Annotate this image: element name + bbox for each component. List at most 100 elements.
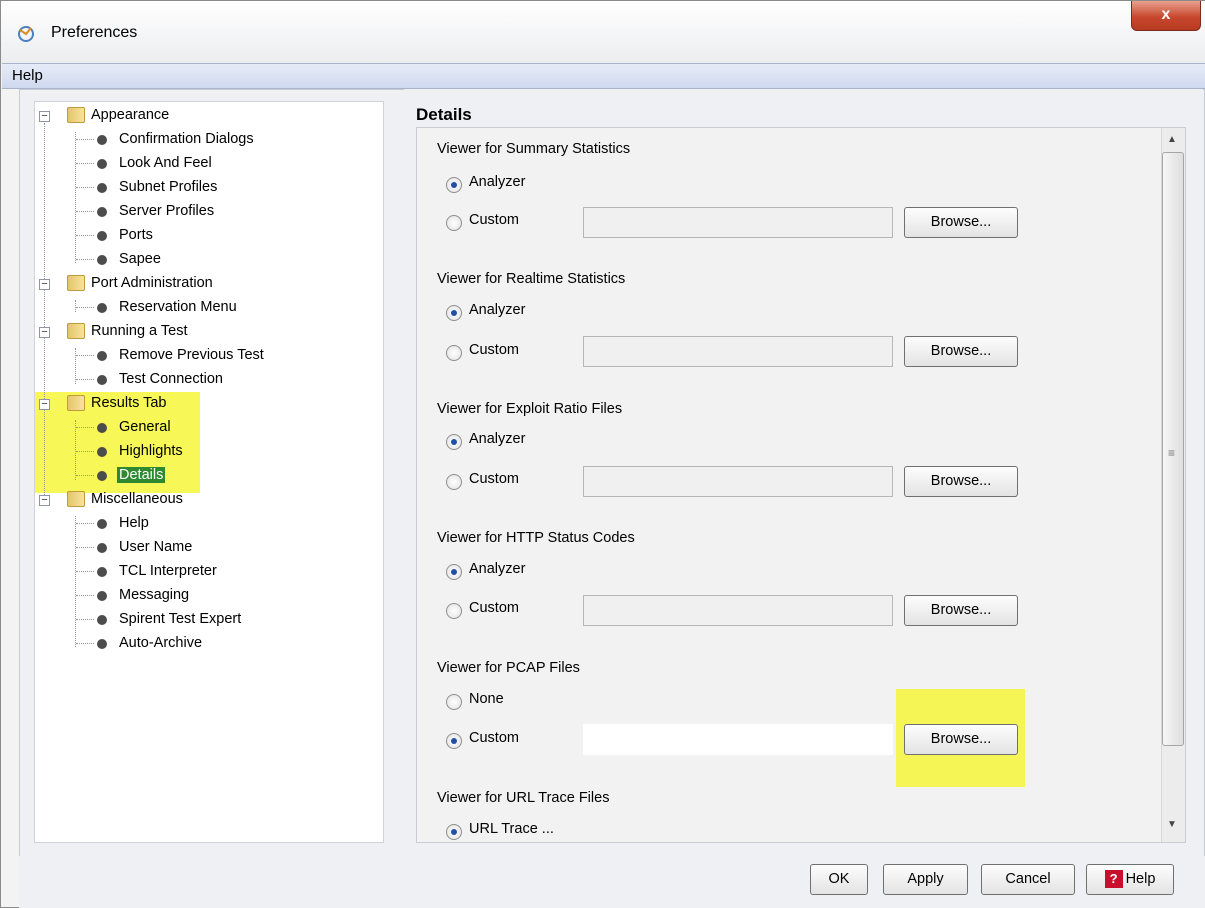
tree-line [76,619,94,620]
tree-line [76,235,94,236]
menu-help[interactable]: Help [12,67,43,84]
tree-line [76,211,94,212]
browse-button[interactable]: Browse... [904,466,1018,497]
tree-item-label: Port Administration [91,275,213,291]
tree-line [76,355,94,356]
folder-icon [67,107,85,123]
custom-path-field[interactable] [583,336,893,367]
radio-label: None [469,691,504,707]
tree-line [76,547,94,548]
tree-line [75,420,76,480]
bullet-icon [97,351,107,361]
tree-item-label: Running a Test [91,323,188,339]
tree-item-label: Miscellaneous [91,491,183,507]
title-bar[interactable]: Preferences x [1,1,1205,63]
radio-label: Analyzer [469,302,526,318]
scroll-up-icon[interactable]: ▲ [1167,134,1177,145]
app-icon [18,26,34,42]
browse-button[interactable]: Browse... [904,595,1018,626]
bullet-icon [97,471,107,481]
bullet-icon [97,159,107,169]
tree-line [76,451,94,452]
radio-custom[interactable] [446,603,462,619]
collapse-icon[interactable]: − [39,279,50,290]
bullet-icon [97,639,107,649]
apply-button[interactable]: Apply [883,864,968,895]
tree-item-label: Ports [119,227,153,243]
radio-label: Custom [469,471,519,487]
bullet-icon [97,447,107,457]
tree-line [76,571,94,572]
radio-label: Custom [469,730,519,746]
radio-label: Custom [469,342,519,358]
radio-none[interactable] [446,694,462,710]
tree-line [44,123,45,503]
tree-item-label-selected: Details [117,467,166,483]
bullet-icon [97,135,107,145]
collapse-icon[interactable]: − [39,327,50,338]
details-title: Details [416,105,472,124]
scroll-down-icon[interactable]: ▼ [1167,819,1177,830]
browse-button[interactable]: Browse... [904,336,1018,367]
tree-item-label: Reservation Menu [119,299,237,315]
bullet-icon [97,591,107,601]
radio-label: URL Trace ... [469,821,554,837]
tree-line [75,132,76,263]
collapse-icon[interactable]: − [39,111,50,122]
tree-item-label: Look And Feel [119,155,212,171]
radio-analyzer[interactable] [446,434,462,450]
folder-icon [67,275,85,291]
bullet-icon [97,231,107,241]
folder-icon [67,323,85,339]
radio-analyzer[interactable] [446,177,462,193]
help-icon: ? [1104,870,1123,889]
group-label-summary-statistics: Viewer for Summary Statistics [437,141,631,157]
custom-path-field[interactable] [583,207,893,238]
collapse-icon[interactable]: − [39,399,50,410]
tree-item-label: Help [119,515,149,531]
tree-line [76,427,94,428]
preferences-window: Preferences x Help − Appearance Confirma… [0,0,1205,908]
radio-custom[interactable] [446,215,462,231]
tree-item-label: User Name [119,539,193,555]
radio-analyzer[interactable] [446,305,462,321]
radio-label: Custom [469,600,519,616]
tree-item-label: Results Tab [91,395,167,411]
window-title: Preferences [51,24,138,41]
radio-custom[interactable] [446,474,462,490]
ok-button[interactable]: OK [810,864,868,895]
group-label-http-status-codes: Viewer for HTTP Status Codes [437,530,635,546]
close-button[interactable]: x [1131,1,1201,31]
close-icon: x [1161,6,1171,23]
tree-item-label: Sapee [119,251,161,267]
tree-line [76,163,94,164]
custom-path-field[interactable] [583,724,893,755]
bullet-icon [97,375,107,385]
cancel-button[interactable]: Cancel [981,864,1075,895]
tree-item-label: Server Profiles [119,203,215,219]
browse-button-pcap[interactable]: Browse... [904,724,1018,755]
bullet-icon [97,207,107,217]
radio-analyzer[interactable] [446,564,462,580]
bullet-icon [97,423,107,433]
folder-icon [67,491,85,507]
bullet-icon [97,519,107,529]
grip-icon: ≡ [1168,446,1176,460]
radio-custom[interactable] [446,345,462,361]
menu-bar: Help [2,63,1205,89]
group-label-url-trace-files: Viewer for URL Trace Files [437,790,610,806]
custom-path-field[interactable] [583,595,893,626]
browse-button[interactable]: Browse... [904,207,1018,238]
tree-item-label: Test Connection [119,371,223,387]
custom-path-field[interactable] [583,466,893,497]
group-label-exploit-ratio-files: Viewer for Exploit Ratio Files [437,401,623,417]
radio-url-trace[interactable] [446,824,462,840]
help-button[interactable]: ? Help [1086,864,1174,895]
collapse-icon[interactable]: − [39,495,50,506]
group-label-pcap-files: Viewer for PCAP Files [437,660,580,676]
tree-line [76,187,94,188]
tree-line [75,516,76,647]
tree-item-label: Messaging [119,587,190,603]
radio-custom[interactable] [446,733,462,749]
tree-item-label: Subnet Profiles [119,179,218,195]
